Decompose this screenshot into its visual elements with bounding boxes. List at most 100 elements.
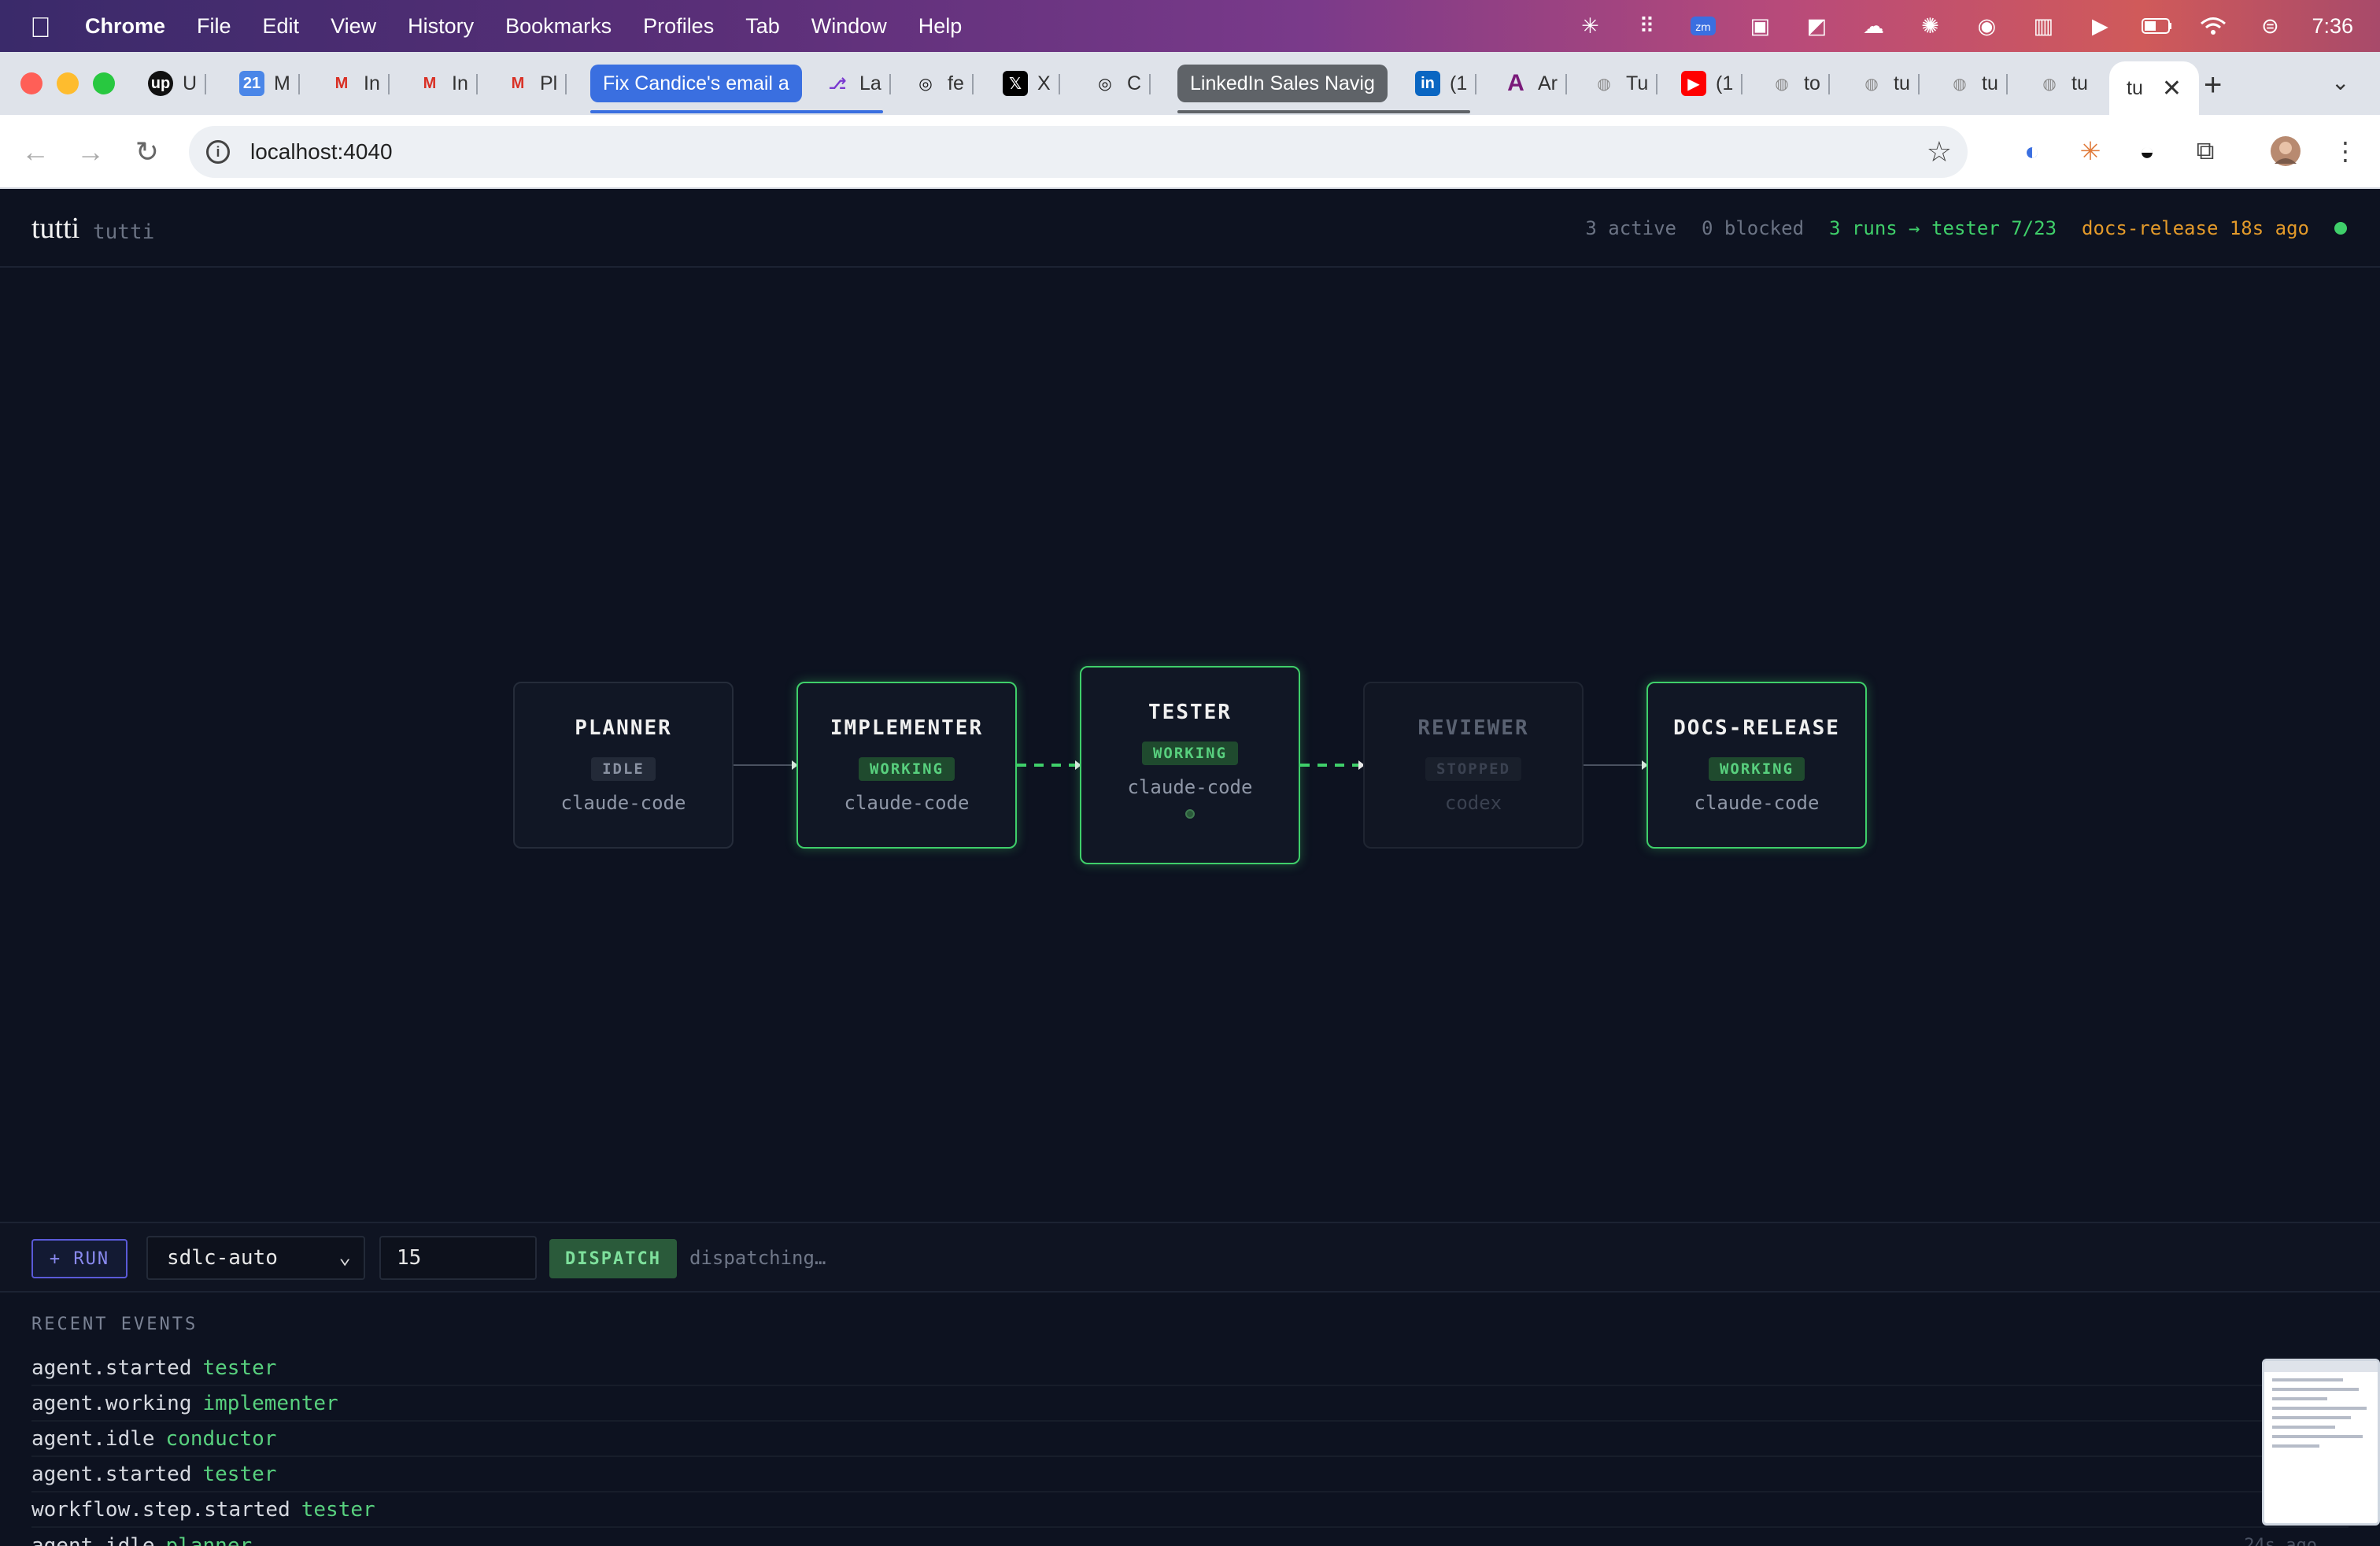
cloud-icon[interactable]: ☁ bbox=[1858, 11, 1888, 41]
tab-label: tu bbox=[1894, 72, 1910, 94]
tab-a[interactable]: A Ar bbox=[1497, 65, 1567, 102]
tab-gmail-2[interactable]: M In bbox=[411, 65, 478, 102]
maximize-window-button[interactable] bbox=[93, 72, 115, 94]
tab-calendar[interactable]: 21 M bbox=[233, 65, 300, 102]
site-info-icon[interactable]: i bbox=[206, 140, 230, 164]
play-icon[interactable]: ▶ bbox=[2085, 11, 2115, 41]
tab-globe-2[interactable]: ◍ to bbox=[1763, 65, 1830, 102]
tab-label: Ar bbox=[1538, 72, 1558, 94]
extension-icon[interactable]: ◒ bbox=[2131, 135, 2163, 167]
tab-upwork[interactable]: up U bbox=[142, 65, 207, 102]
wifi-icon[interactable] bbox=[2198, 11, 2228, 41]
node-agent: codex bbox=[1444, 792, 1502, 814]
menu-edit[interactable]: Edit bbox=[263, 14, 300, 39]
kebab-menu-icon[interactable]: ⋮ bbox=[2330, 135, 2361, 167]
battery-icon[interactable] bbox=[2142, 11, 2172, 41]
tab-x[interactable]: 𝕏X bbox=[996, 65, 1060, 102]
node-agent: claude-code bbox=[560, 792, 686, 814]
node-implementer[interactable]: IMPLEMENTER WORKING claude-code bbox=[796, 682, 1017, 849]
workflow-select[interactable]: sdlc-auto ⌄ bbox=[146, 1236, 365, 1280]
url-text[interactable]: localhost:4040 bbox=[250, 139, 393, 165]
tab-group-fix-email[interactable]: Fix Candice's email a bbox=[590, 65, 802, 102]
node-planner[interactable]: PLANNER IDLE claude-code bbox=[513, 682, 734, 849]
bookmark-star-icon[interactable]: ☆ bbox=[1927, 135, 1952, 168]
blocked-count: 0 blocked bbox=[1701, 217, 1805, 239]
control-center-icon[interactable]: ⊜ bbox=[2255, 11, 2285, 41]
dispatch-button[interactable]: DISPATCH bbox=[549, 1239, 677, 1278]
new-run-button[interactable]: + RUN bbox=[31, 1239, 128, 1278]
menu-view[interactable]: View bbox=[331, 14, 376, 39]
header-stats: 3 active 0 blocked 3 runs → tester 7/23 … bbox=[1560, 217, 2347, 239]
node-reviewer[interactable]: REVIEWER STOPPED codex bbox=[1363, 682, 1584, 849]
tab-github-1[interactable]: ◎ fe bbox=[907, 65, 974, 102]
tab-globe-3[interactable]: ◍ tu bbox=[1853, 65, 1920, 102]
tab-app[interactable]: ⎇ La bbox=[819, 65, 891, 102]
screenshot-thumbnail[interactable] bbox=[2262, 1359, 2380, 1526]
reload-icon[interactable]: ↻ bbox=[129, 134, 165, 170]
claude-extension-icon[interactable]: ✳ bbox=[2075, 135, 2106, 167]
close-tab-icon[interactable]: ✕ bbox=[2162, 75, 2182, 102]
address-bar[interactable]: i localhost:4040 ☆ bbox=[189, 126, 1968, 178]
chevron-down-icon: ⌄ bbox=[338, 1245, 351, 1269]
latest-activity: docs-release 18s ago bbox=[2082, 217, 2309, 239]
minimize-window-button[interactable] bbox=[57, 72, 79, 94]
close-window-button[interactable] bbox=[20, 72, 42, 94]
tab-group-label: Fix Candice's email a bbox=[603, 72, 789, 94]
event-row: agent.working implementer bbox=[31, 1386, 2349, 1422]
menu-history[interactable]: History bbox=[408, 14, 474, 39]
node-tester[interactable]: TESTER WORKING claude-code bbox=[1080, 666, 1300, 864]
run-count-input[interactable]: 15 bbox=[379, 1236, 537, 1280]
zoom-icon[interactable]: zm bbox=[1688, 11, 1718, 41]
tab-gmail-3[interactable]: M Pl bbox=[499, 65, 567, 102]
a-icon: A bbox=[1507, 70, 1524, 96]
asterisk-icon[interactable]: ✳ bbox=[1575, 11, 1605, 41]
gmail-icon: M bbox=[423, 74, 437, 92]
tab-globe-1[interactable]: ◍ Tu bbox=[1585, 65, 1658, 102]
back-icon[interactable]: ← bbox=[17, 134, 54, 170]
avatar[interactable] bbox=[2270, 135, 2301, 167]
app-icon: ⎇ bbox=[828, 75, 847, 93]
tab-globe-5[interactable]: ◍ tu bbox=[2031, 65, 2088, 102]
menu-bookmarks[interactable]: Bookmarks bbox=[505, 14, 612, 39]
password-manager-icon[interactable]: ◐ bbox=[2016, 135, 2048, 167]
upwork-icon[interactable]: ◉ bbox=[1972, 11, 2001, 41]
menu-help[interactable]: Help bbox=[918, 14, 963, 39]
tab-linkedin[interactable]: in (1 bbox=[1409, 65, 1477, 102]
tab-youtube[interactable]: ▶ (1 bbox=[1675, 65, 1743, 102]
menu-profiles[interactable]: Profiles bbox=[643, 14, 714, 39]
connection-status-dot bbox=[2334, 222, 2347, 235]
menu-app-name[interactable]: Chrome bbox=[85, 14, 165, 39]
panels-icon[interactable]: ▥ bbox=[2028, 11, 2058, 41]
status-badge: WORKING bbox=[1141, 742, 1239, 765]
event-type: agent.idle bbox=[31, 1426, 155, 1451]
tab-active[interactable]: tu ✕ bbox=[2109, 61, 2199, 115]
teams-icon[interactable]: ▣ bbox=[1745, 11, 1775, 41]
upwork-icon: up bbox=[148, 71, 173, 96]
new-tab-icon[interactable]: + bbox=[2204, 68, 2222, 103]
node-name: PLANNER bbox=[575, 716, 672, 740]
brand-subtitle: tutti bbox=[93, 220, 155, 244]
menu-file[interactable]: File bbox=[197, 14, 231, 39]
apple-icon[interactable]:  bbox=[30, 11, 51, 44]
gmail-icon: M bbox=[334, 74, 349, 92]
status-badge: IDLE bbox=[591, 757, 656, 781]
clock[interactable]: 7:36 bbox=[2312, 14, 2353, 39]
menu-tab[interactable]: Tab bbox=[745, 14, 780, 39]
forward-icon[interactable]: → bbox=[72, 134, 109, 170]
grid-icon[interactable]: ⠿ bbox=[1632, 11, 1661, 41]
tab-label: X bbox=[1037, 72, 1051, 94]
event-agent: tester bbox=[202, 1356, 277, 1380]
tab-label: (1 bbox=[1716, 72, 1734, 94]
menu-window[interactable]: Window bbox=[811, 14, 887, 39]
tab-group-linkedin[interactable]: LinkedIn Sales Navig bbox=[1177, 65, 1388, 102]
tab-label: tu bbox=[1982, 72, 1998, 94]
event-agent: planner bbox=[165, 1533, 253, 1546]
tab-gmail-1[interactable]: M In bbox=[323, 65, 390, 102]
puzzle-icon[interactable]: ⧉ bbox=[2190, 135, 2221, 167]
openai-icon[interactable]: ✺ bbox=[1915, 11, 1945, 41]
tab-globe-4[interactable]: ◍ tu bbox=[1941, 65, 2008, 102]
outlook-icon[interactable]: ◩ bbox=[1802, 11, 1831, 41]
node-docs-release[interactable]: DOCS-RELEASE WORKING claude-code bbox=[1646, 682, 1867, 849]
tab-search-chevron-icon[interactable]: ⌄ bbox=[2331, 69, 2349, 95]
tab-github-2[interactable]: ◎ C bbox=[1086, 65, 1151, 102]
